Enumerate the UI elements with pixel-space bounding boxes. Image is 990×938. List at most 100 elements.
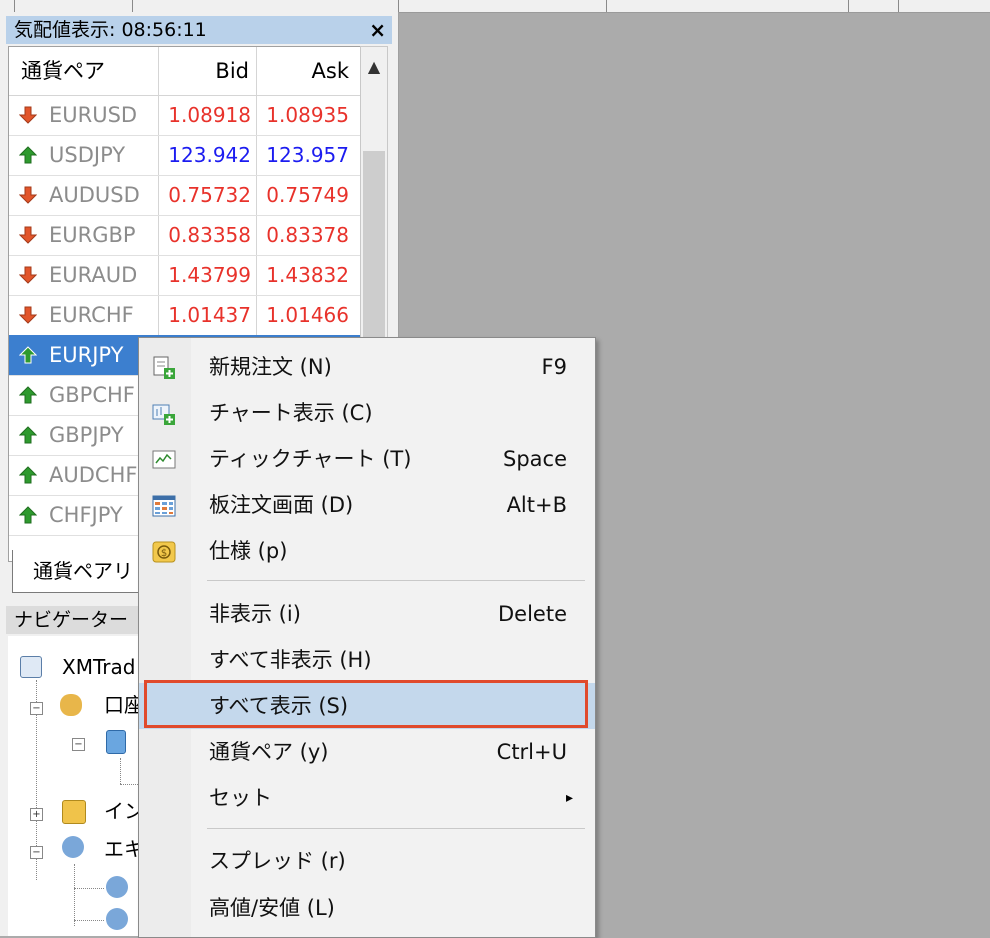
market-watch-titlebar[interactable]: 気配値表示: 08:56:11 × bbox=[6, 16, 392, 44]
symbol-name: AUDUSD bbox=[49, 183, 140, 207]
collapse-icon[interactable]: − bbox=[30, 846, 43, 859]
menu-item-label: 通貨ペア (y) bbox=[209, 740, 329, 764]
menu-item-shortcut: Alt+B bbox=[506, 493, 567, 517]
menu-item-specification[interactable]: $ 仕様 (p) bbox=[139, 528, 595, 574]
table-row[interactable]: EURCHF 1.01437 1.01466 bbox=[9, 295, 361, 336]
column-header-bid[interactable]: Bid bbox=[159, 47, 249, 95]
server-icon bbox=[106, 730, 126, 754]
arrow-up-icon bbox=[19, 506, 37, 524]
table-row[interactable]: EURAUD 1.43799 1.43832 bbox=[9, 255, 361, 296]
arrow-down-icon bbox=[19, 306, 37, 324]
menu-item-label: ティックチャート (T) bbox=[209, 447, 412, 471]
column-header-symbol[interactable]: 通貨ペア bbox=[21, 47, 105, 95]
arrow-up-icon bbox=[19, 466, 37, 484]
arrow-down-icon bbox=[19, 226, 37, 244]
toolbar-separator bbox=[606, 0, 607, 12]
menu-item-label: 高値/安値 (L) bbox=[209, 896, 335, 920]
ask-price: 1.08935 bbox=[266, 103, 349, 127]
toolbar-separator bbox=[132, 0, 133, 12]
expand-icon[interactable]: + bbox=[30, 808, 43, 821]
chart-window-icon bbox=[152, 404, 175, 425]
menu-item-label: 非表示 (i) bbox=[209, 602, 301, 626]
ask-price: 123.957 bbox=[266, 143, 349, 167]
menu-item-label: チャート表示 (C) bbox=[209, 401, 373, 425]
collapse-icon[interactable]: − bbox=[72, 738, 85, 751]
context-menu: 新規注文 (N) F9 チャート表示 (C) ティックチャート (T) Spac… bbox=[138, 337, 596, 938]
close-icon[interactable]: × bbox=[369, 16, 386, 44]
toolbar-separator bbox=[898, 0, 899, 12]
menu-item-label: 新規注文 (N) bbox=[209, 355, 332, 379]
tree-guide-line bbox=[120, 758, 121, 784]
dollar-spec-icon: $ bbox=[152, 541, 176, 563]
table-row[interactable]: EURUSD 1.08918 1.08935 bbox=[9, 95, 361, 136]
symbol-name: EURGBP bbox=[49, 223, 136, 247]
tick-chart-icon bbox=[152, 450, 176, 469]
scroll-up-icon[interactable]: ▲ bbox=[361, 47, 387, 87]
bid-price: 1.08918 bbox=[168, 103, 251, 127]
bid-price: 123.942 bbox=[168, 143, 251, 167]
menu-item-shortcut: Ctrl+U bbox=[496, 740, 567, 764]
tree-item-root[interactable]: XMTrad bbox=[62, 652, 135, 682]
expert-advisor-icon bbox=[106, 876, 128, 898]
menu-item-depth-of-market[interactable]: 板注文画面 (D) Alt+B bbox=[139, 482, 595, 528]
ask-price: 0.83378 bbox=[266, 223, 349, 247]
arrow-down-icon bbox=[19, 186, 37, 204]
tree-guide-line bbox=[120, 784, 140, 785]
terminal-icon bbox=[20, 656, 42, 678]
menu-item-label: すべて表示 (S) bbox=[209, 694, 349, 718]
menu-item-shortcut: F9 bbox=[541, 355, 567, 379]
depth-of-market-icon bbox=[152, 495, 176, 517]
arrow-up-icon bbox=[19, 346, 37, 364]
tab-symbols-label: 通貨ペアリ bbox=[33, 559, 133, 583]
symbol-name: EURAUD bbox=[49, 263, 138, 287]
menu-separator bbox=[207, 580, 585, 581]
menu-item-tick-chart[interactable]: ティックチャート (T) Space bbox=[139, 436, 595, 482]
ask-price: 1.01466 bbox=[266, 303, 349, 327]
menu-item-shortcut: Delete bbox=[498, 602, 567, 626]
menu-item-hide-all[interactable]: すべて非表示 (H) bbox=[139, 637, 595, 683]
menu-item-shortcut: Space bbox=[503, 447, 567, 471]
menu-item-label: 仕様 (p) bbox=[209, 539, 288, 563]
tree-guide-line bbox=[74, 864, 75, 926]
navigator-title: ナビゲーター bbox=[14, 609, 129, 631]
arrow-up-icon bbox=[19, 386, 37, 404]
expert-advisor-icon bbox=[106, 908, 128, 930]
arrow-up-icon bbox=[19, 426, 37, 444]
menu-item-high-low[interactable]: 高値/安値 (L) bbox=[139, 885, 595, 931]
menu-item-show-all[interactable]: すべて表示 (S) bbox=[139, 683, 595, 729]
menu-item-symbols[interactable]: 通貨ペア (y) Ctrl+U bbox=[139, 729, 595, 775]
symbol-name: CHFJPY bbox=[49, 503, 123, 527]
column-header-ask[interactable]: Ask bbox=[257, 47, 349, 95]
menu-item-label: セット bbox=[209, 786, 272, 810]
ask-price: 1.43832 bbox=[266, 263, 349, 287]
arrow-up-icon bbox=[19, 146, 37, 164]
accounts-icon bbox=[60, 694, 82, 716]
menu-item-sets[interactable]: セット ▸ bbox=[139, 775, 595, 821]
tree-guide-line bbox=[74, 888, 104, 889]
svg-text:$: $ bbox=[161, 548, 167, 559]
tab-symbols[interactable]: 通貨ペアリ bbox=[12, 550, 142, 593]
tree-guide-line bbox=[74, 920, 104, 921]
table-row[interactable]: EURGBP 0.83358 0.83378 bbox=[9, 215, 361, 256]
menu-item-hide[interactable]: 非表示 (i) Delete bbox=[139, 591, 595, 637]
menu-item-label: すべて非表示 (H) bbox=[209, 648, 372, 672]
bid-price: 0.75732 bbox=[168, 183, 251, 207]
table-row[interactable]: AUDUSD 0.75732 0.75749 bbox=[9, 175, 361, 216]
menu-item-label: 板注文画面 (D) bbox=[209, 493, 354, 517]
bid-price: 1.43799 bbox=[168, 263, 251, 287]
market-watch-title: 気配値表示: 08:56:11 bbox=[14, 19, 207, 41]
symbol-name: EURJPY bbox=[49, 343, 124, 367]
symbol-name: GBPJPY bbox=[49, 423, 124, 447]
expert-advisors-icon bbox=[62, 836, 84, 858]
table-header: 通貨ペア Bid Ask bbox=[9, 47, 361, 96]
collapse-icon[interactable]: − bbox=[30, 702, 43, 715]
menu-item-new-order[interactable]: 新規注文 (N) F9 bbox=[139, 344, 595, 390]
toolbar-separator bbox=[848, 0, 849, 12]
symbol-name: EURCHF bbox=[49, 303, 134, 327]
submenu-arrow-icon: ▸ bbox=[565, 790, 573, 806]
menu-item-chart-window[interactable]: チャート表示 (C) bbox=[139, 390, 595, 436]
menu-separator bbox=[207, 828, 585, 829]
menu-item-spread[interactable]: スプレッド (r) bbox=[139, 838, 595, 884]
table-row[interactable]: USDJPY 123.942 123.957 bbox=[9, 135, 361, 176]
arrow-down-icon bbox=[19, 266, 37, 284]
